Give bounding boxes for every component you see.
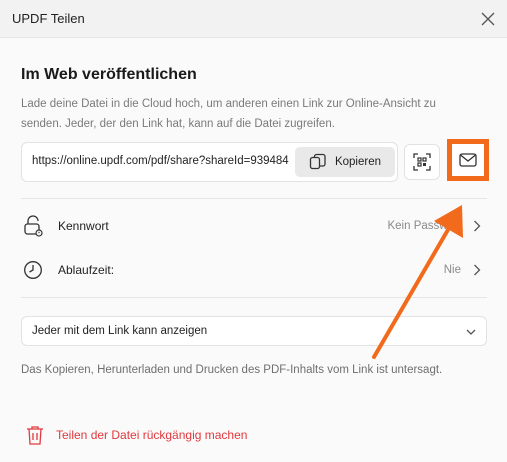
divider — [21, 198, 487, 199]
qr-code-button[interactable] — [404, 144, 440, 180]
permission-selected: Jeder mit dem Link kann anzeigen — [32, 325, 208, 337]
copy-button-label: Kopieren — [334, 156, 382, 168]
permission-note: Das Kopieren, Herunterladen und Drucken … — [21, 364, 443, 376]
trash-icon — [27, 426, 43, 445]
copy-button[interactable]: Kopieren — [295, 147, 395, 177]
expiry-value: Nie — [443, 264, 461, 276]
expiry-setting-row[interactable]: Ablaufzeit: Nie — [21, 253, 487, 287]
expiry-label: Ablaufzeit: — [58, 263, 115, 277]
section-description: Lade deine Datei in die Cloud hoch, um a… — [21, 98, 436, 130]
title-bar: UPDF Teilen — [0, 0, 507, 38]
close-icon — [481, 12, 495, 26]
window-title: UPDF Teilen — [12, 11, 85, 26]
share-link-field[interactable]: https://online.updf.com/pdf/share?shareI… — [21, 142, 398, 182]
close-button[interactable] — [477, 8, 499, 30]
chevron-right-icon — [467, 264, 487, 276]
unshare-button[interactable]: Teilen der Datei rückgängig machen — [26, 425, 247, 445]
share-link-url[interactable]: https://online.updf.com/pdf/share?shareI… — [32, 155, 297, 167]
clock-icon — [21, 258, 45, 282]
password-label: Kennwort — [58, 219, 109, 233]
chevron-down-icon — [466, 322, 476, 340]
divider — [21, 297, 487, 298]
unshare-label: Teilen der Datei rückgängig machen — [56, 428, 248, 442]
qr-scan-icon — [413, 153, 431, 171]
mail-icon — [459, 153, 477, 167]
chevron-right-icon — [467, 220, 487, 232]
section-heading: Im Web veröffentlichen — [21, 66, 197, 83]
copy-icon — [309, 153, 326, 170]
email-share-button[interactable] — [447, 139, 489, 181]
permission-dropdown[interactable]: Jeder mit dem Link kann anzeigen — [21, 316, 487, 346]
password-value: Kein Passwort — [387, 220, 461, 232]
password-setting-row[interactable]: Kennwort Kein Passwort — [21, 209, 487, 243]
lock-icon — [21, 214, 45, 238]
